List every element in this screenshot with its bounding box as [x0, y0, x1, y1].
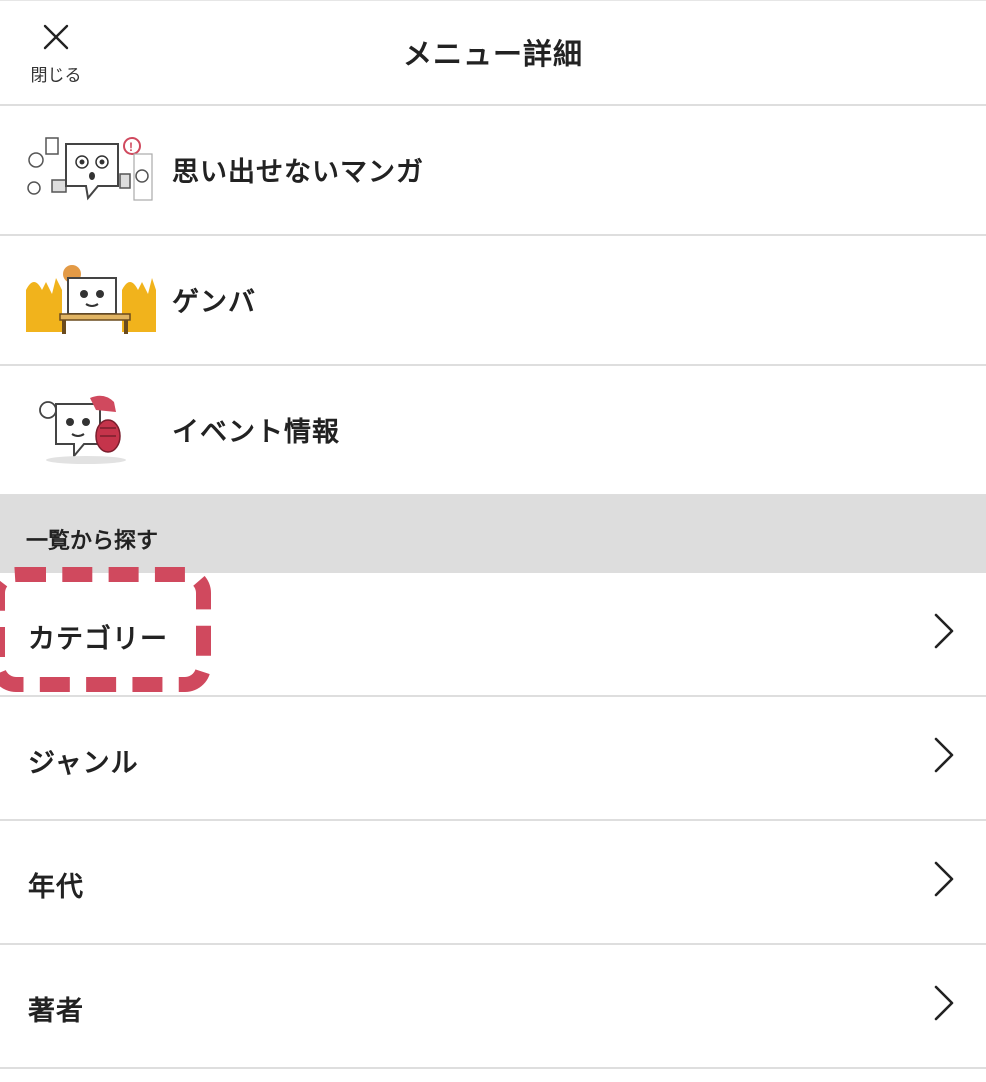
- nav-item-category[interactable]: カテゴリー: [0, 573, 986, 697]
- feature-label: イベント情報: [172, 417, 340, 448]
- feature-item-forgotten-manga[interactable]: ! 思い出せないマンガ: [0, 106, 986, 236]
- chevron-right-icon: [934, 985, 954, 1021]
- nav-label: カテゴリー: [28, 624, 168, 655]
- nav-label: 著者: [28, 996, 84, 1027]
- section-title: 一覧から探す: [26, 529, 159, 554]
- nav-label: ジャンル: [28, 748, 139, 779]
- chevron-right-icon: [934, 613, 954, 649]
- genba-illustration: [26, 265, 156, 334]
- feature-item-genba[interactable]: ゲンバ: [0, 236, 986, 366]
- section-header: 一覧から探す: [0, 495, 986, 573]
- page-title: メニュー詳細: [402, 37, 583, 71]
- feature-item-event-info[interactable]: イベント情報: [0, 366, 986, 496]
- nav-label: 年代: [28, 872, 84, 903]
- chevron-right-icon: [934, 861, 954, 897]
- event-info-illustration: [39, 395, 126, 464]
- forgotten-manga-illustration: !: [27, 137, 153, 201]
- nav-item-era[interactable]: 年代: [0, 821, 986, 945]
- feature-label: 思い出せないマンガ: [172, 157, 424, 188]
- nav-item-author[interactable]: 著者: [0, 945, 986, 1069]
- svg-text:!: !: [129, 140, 133, 154]
- feature-label: ゲンバ: [172, 287, 256, 318]
- nav-item-genre[interactable]: ジャンル: [0, 697, 986, 821]
- chevron-right-icon: [934, 737, 954, 773]
- header-bar: 閉じる メニュー詳細: [0, 0, 986, 106]
